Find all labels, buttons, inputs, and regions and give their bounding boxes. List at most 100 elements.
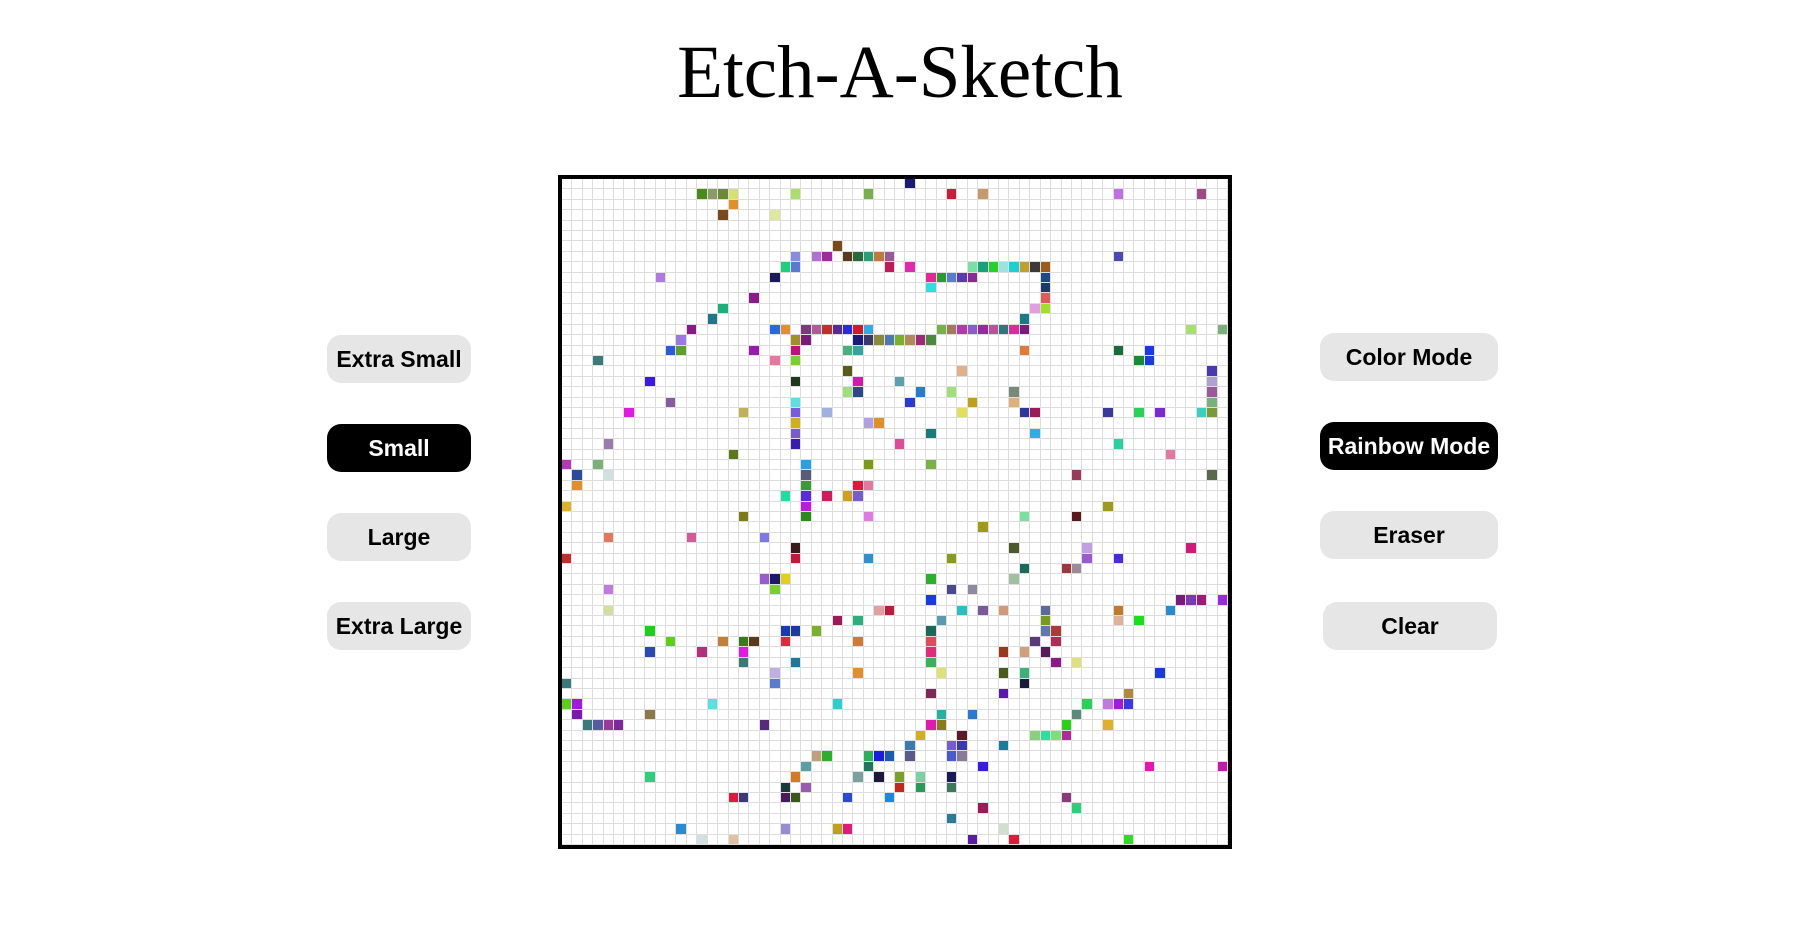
grid-cell[interactable] — [822, 324, 833, 336]
grid-cell[interactable] — [718, 251, 729, 263]
grid-cell[interactable] — [1165, 272, 1176, 284]
grid-cell[interactable] — [790, 262, 802, 273]
grid-cell[interactable] — [697, 199, 708, 211]
grid-cell[interactable] — [936, 803, 948, 814]
grid-cell[interactable] — [1030, 470, 1041, 481]
grid-cell[interactable] — [926, 314, 937, 325]
grid-cell[interactable] — [1071, 387, 1083, 398]
grid-cell[interactable] — [1040, 355, 1052, 367]
grid-cell[interactable] — [645, 251, 656, 263]
grid-cell[interactable] — [967, 470, 979, 481]
grid-cell[interactable] — [1040, 324, 1052, 336]
grid-cell[interactable] — [1071, 324, 1083, 336]
grid-cell[interactable] — [780, 355, 791, 367]
grid-cell[interactable] — [572, 668, 583, 679]
grid-cell[interactable] — [1113, 647, 1124, 658]
grid-cell[interactable] — [1175, 439, 1187, 450]
grid-cell[interactable] — [832, 387, 843, 398]
grid-cell[interactable] — [593, 355, 604, 367]
grid-cell[interactable] — [967, 262, 979, 273]
grid-cell[interactable] — [1207, 761, 1218, 773]
grid-cell[interactable] — [936, 647, 948, 658]
grid-cell[interactable] — [562, 678, 573, 689]
grid-cell[interactable] — [1030, 626, 1041, 637]
grid-cell[interactable] — [770, 480, 781, 492]
grid-cell[interactable] — [853, 782, 864, 793]
grid-cell[interactable] — [780, 449, 791, 460]
grid-cell[interactable] — [614, 626, 625, 637]
grid-cell[interactable] — [1207, 345, 1218, 356]
grid-cell[interactable] — [1134, 199, 1145, 211]
grid-cell[interactable] — [759, 761, 771, 773]
grid-cell[interactable] — [1071, 813, 1083, 825]
grid-cell[interactable] — [614, 543, 625, 554]
grid-cell[interactable] — [666, 720, 677, 731]
grid-cell[interactable] — [1196, 720, 1208, 731]
grid-cell[interactable] — [1144, 553, 1156, 565]
grid-cell[interactable] — [1217, 293, 1228, 304]
grid-cell[interactable] — [1144, 522, 1156, 533]
grid-cell[interactable] — [728, 501, 739, 512]
grid-cell[interactable] — [603, 231, 615, 242]
grid-cell[interactable] — [614, 668, 625, 679]
grid-cell[interactable] — [780, 179, 791, 190]
grid-cell[interactable] — [915, 179, 927, 190]
grid-cell[interactable] — [915, 335, 927, 346]
grid-cell[interactable] — [947, 439, 958, 450]
grid-cell[interactable] — [842, 449, 854, 460]
grid-cell[interactable] — [947, 491, 958, 502]
grid-cell[interactable] — [1009, 428, 1020, 440]
grid-cell[interactable] — [1165, 626, 1176, 637]
grid-cell[interactable] — [697, 574, 708, 585]
grid-cell[interactable] — [738, 574, 750, 585]
grid-cell[interactable] — [676, 231, 687, 242]
grid-cell[interactable] — [988, 751, 1000, 762]
grid-cell[interactable] — [1196, 772, 1208, 783]
grid-cell[interactable] — [686, 418, 698, 429]
grid-cell[interactable] — [603, 553, 615, 565]
grid-cell[interactable] — [1144, 366, 1156, 377]
grid-cell[interactable] — [1019, 740, 1031, 752]
grid-cell[interactable] — [936, 564, 948, 575]
grid-cell[interactable] — [967, 772, 979, 783]
grid-cell[interactable] — [1155, 803, 1166, 814]
grid-cell[interactable] — [1207, 834, 1218, 845]
grid-cell[interactable] — [780, 335, 791, 346]
grid-cell[interactable] — [1092, 303, 1104, 315]
grid-cell[interactable] — [728, 189, 739, 200]
grid-cell[interactable] — [666, 366, 677, 377]
grid-cell[interactable] — [915, 376, 927, 388]
grid-cell[interactable] — [947, 584, 958, 596]
grid-cell[interactable] — [1040, 626, 1052, 637]
grid-cell[interactable] — [967, 574, 979, 585]
grid-cell[interactable] — [842, 418, 854, 429]
grid-cell[interactable] — [582, 428, 594, 440]
grid-cell[interactable] — [645, 512, 656, 523]
grid-cell[interactable] — [801, 834, 812, 845]
grid-cell[interactable] — [593, 543, 604, 554]
grid-cell[interactable] — [1155, 595, 1166, 606]
grid-cell[interactable] — [1186, 772, 1197, 783]
grid-cell[interactable] — [572, 345, 583, 356]
grid-cell[interactable] — [707, 616, 719, 627]
grid-cell[interactable] — [1082, 199, 1093, 211]
grid-cell[interactable] — [614, 387, 625, 398]
grid-cell[interactable] — [666, 449, 677, 460]
grid-cell[interactable] — [863, 751, 875, 762]
grid-cell[interactable] — [1082, 459, 1093, 471]
grid-cell[interactable] — [634, 366, 646, 377]
grid-cell[interactable] — [1103, 449, 1114, 460]
grid-cell[interactable] — [1103, 564, 1114, 575]
grid-cell[interactable] — [1103, 813, 1114, 825]
grid-cell[interactable] — [1186, 231, 1197, 242]
grid-cell[interactable] — [1061, 272, 1072, 284]
grid-cell[interactable] — [655, 584, 667, 596]
grid-cell[interactable] — [1071, 480, 1083, 492]
grid-cell[interactable] — [790, 813, 802, 825]
grid-cell[interactable] — [967, 251, 979, 263]
grid-cell[interactable] — [1155, 179, 1166, 190]
grid-cell[interactable] — [572, 366, 583, 377]
grid-cell[interactable] — [749, 439, 760, 450]
grid-cell[interactable] — [562, 824, 573, 835]
grid-cell[interactable] — [582, 813, 594, 825]
